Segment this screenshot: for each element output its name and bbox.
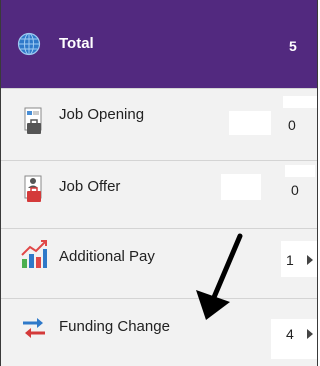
funding-change-count: 4 [286,326,294,342]
chevron-right-icon[interactable] [307,329,313,339]
funding-change-label: Funding Change [59,318,170,335]
value-box [283,96,317,108]
job-offer-count: 0 [291,182,299,198]
summary-panel: Total 5 Job Opening 0 Job Offer 0 Additi… [0,0,318,366]
chevron-right-icon[interactable] [307,255,313,265]
additional-pay-label: Additional Pay [59,248,155,265]
job-offer-icon [24,175,42,202]
black-arrow-icon [196,233,243,320]
total-header[interactable]: Total 5 [1,0,317,88]
additional-pay-count: 1 [286,252,294,268]
row-job-opening[interactable]: Job Opening 0 [1,88,317,160]
job-opening-label: Job Opening [59,106,145,123]
row-funding-change[interactable]: Funding Change 4 [1,298,317,366]
row-job-offer[interactable]: Job Offer 0 [1,160,317,228]
value-box [221,174,261,200]
value-box [271,319,317,359]
job-opening-icon [24,107,42,134]
total-count: 5 [289,38,297,54]
job-opening-count: 0 [288,117,296,133]
value-box [229,111,271,135]
swap-arrows-icon [23,318,45,338]
globe-icon [17,32,41,56]
total-label: Total [59,35,94,52]
row-additional-pay[interactable]: Additional Pay 1 [1,228,317,298]
bar-chart-icon [21,240,47,268]
job-offer-label: Job Offer [59,178,121,195]
value-box [285,165,315,177]
